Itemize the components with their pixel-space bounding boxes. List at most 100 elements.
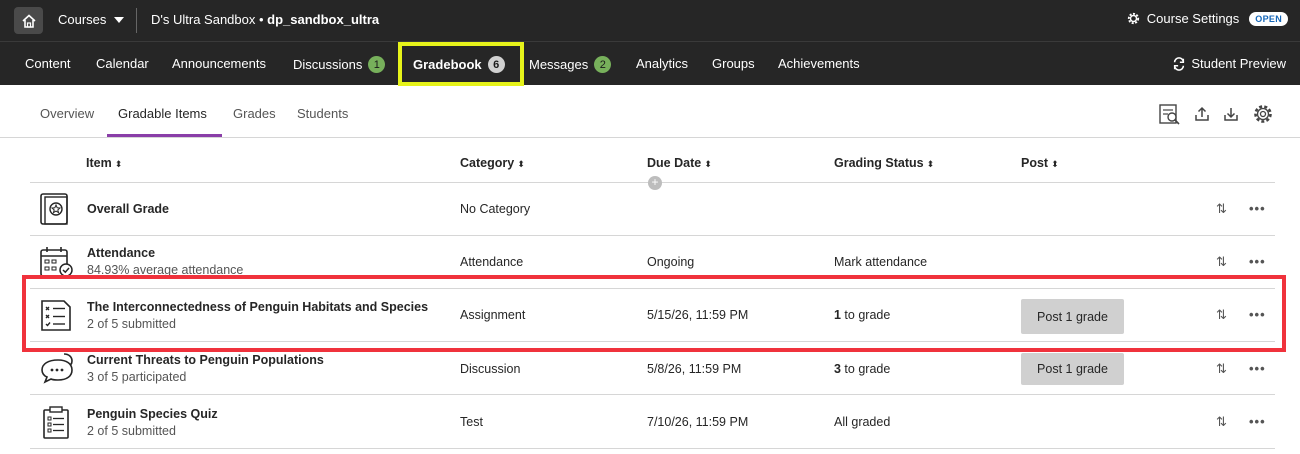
table-row: Current Threats to Penguin Populations 3… <box>30 342 1275 395</box>
column-item[interactable]: Item ⬍ <box>86 156 122 170</box>
item-due-date: 5/8/26, 11:59 PM <box>647 362 742 376</box>
nav-announcements-label: Announcements <box>172 56 266 71</box>
column-due-date[interactable]: Due Date ⬍ <box>647 156 712 170</box>
item-category: Test <box>460 415 483 429</box>
tab-students[interactable]: Students <box>297 106 348 121</box>
sort-icon: ⬍ <box>114 159 123 169</box>
refresh-icon <box>1174 56 1185 71</box>
course-settings-button[interactable]: Course Settings OPEN <box>1126 11 1288 26</box>
messages-count-badge: 2 <box>594 56 612 73</box>
assignment-icon <box>41 300 71 331</box>
more-options-icon[interactable]: ••• <box>1249 201 1266 216</box>
upload-icon[interactable] <box>1190 102 1214 126</box>
table-row: Overall Grade No Category ⇅ ••• <box>30 183 1275 236</box>
item-title[interactable]: Overall Grade <box>87 202 169 216</box>
nav-calendar-label: Calendar <box>96 56 149 71</box>
item-title[interactable]: Attendance <box>87 246 155 260</box>
table-row: The Interconnectedness of Penguin Habita… <box>30 289 1275 342</box>
column-category[interactable]: Category ⬍ <box>460 156 525 170</box>
nav-groups[interactable]: Groups <box>712 56 755 71</box>
sort-icon: ⬍ <box>926 159 935 169</box>
item-grading-status[interactable]: 1 to grade <box>834 308 890 322</box>
reorder-icon[interactable]: ⇅ <box>1216 201 1227 217</box>
nav-gradebook-label: Gradebook <box>413 57 482 72</box>
course-prefix: D's Ultra Sandbox <box>151 12 256 27</box>
top-bar: Courses D's Ultra Sandbox • dp_sandbox_u… <box>0 0 1300 41</box>
tab-overview[interactable]: Overview <box>40 106 94 121</box>
item-grading-status: All graded <box>834 415 891 429</box>
grading-view-icon[interactable] <box>1157 102 1181 126</box>
item-grading-status[interactable]: Mark attendance <box>834 255 927 269</box>
item-category: Attendance <box>460 255 524 269</box>
courses-menu[interactable]: Courses <box>58 12 125 27</box>
to-grade-count: 3 <box>834 362 841 376</box>
attendance-calendar-icon <box>40 247 73 277</box>
to-grade-count: 1 <box>834 308 841 322</box>
more-options-icon[interactable]: ••• <box>1249 361 1266 376</box>
open-status-badge: OPEN <box>1249 11 1288 26</box>
nav-messages[interactable]: Messages 2 <box>529 56 612 73</box>
home-icon <box>21 13 36 28</box>
item-category: Assignment <box>460 308 526 322</box>
nav-content-label: Content <box>25 56 71 71</box>
reorder-icon[interactable]: ⇅ <box>1216 361 1227 377</box>
item-grading-status[interactable]: 3 to grade <box>834 362 890 376</box>
more-options-icon[interactable]: ••• <box>1249 307 1266 322</box>
item-subtitle: 2 of 5 submitted <box>87 424 176 438</box>
gradebook-subtabs: Overview Gradable Items Grades Students <box>0 85 1300 138</box>
post-grades-button[interactable]: Post 1 grade <box>1021 299 1124 334</box>
item-due-date: 7/10/26, 11:59 PM <box>647 415 749 429</box>
reorder-icon[interactable]: ⇅ <box>1216 414 1227 430</box>
nav-achievements-label: Achievements <box>778 56 860 71</box>
table-row: Attendance 84.93% average attendance Att… <box>30 236 1275 289</box>
nav-analytics-label: Analytics <box>636 56 689 71</box>
course-nav: Content Calendar Announcements Discussio… <box>0 41 1300 86</box>
column-item-label: Item <box>86 156 112 170</box>
home-button[interactable] <box>14 7 43 34</box>
student-preview-button[interactable]: Student Preview <box>1172 56 1286 71</box>
nav-discussions[interactable]: Discussions 1 <box>293 56 386 73</box>
item-title[interactable]: Current Threats to Penguin Populations <box>87 353 324 367</box>
active-tab-indicator <box>107 134 222 137</box>
nav-achievements[interactable]: Achievements <box>778 56 860 71</box>
tab-gradable-items[interactable]: Gradable Items <box>118 106 207 121</box>
item-title[interactable]: Penguin Species Quiz <box>87 407 218 421</box>
nav-analytics[interactable]: Analytics <box>636 56 688 71</box>
tab-grades[interactable]: Grades <box>233 106 276 121</box>
download-icon[interactable] <box>1219 102 1243 126</box>
nav-announcements[interactable]: Announcements <box>172 56 266 71</box>
settings-gear-icon[interactable] <box>1251 102 1275 126</box>
item-category: No Category <box>460 202 531 216</box>
column-category-label: Category <box>460 156 515 170</box>
item-category: Discussion <box>460 362 521 376</box>
gradebook-count-badge: 6 <box>487 56 505 73</box>
overall-grade-icon <box>40 193 68 225</box>
divider <box>136 8 137 33</box>
more-options-icon[interactable]: ••• <box>1249 414 1266 429</box>
nav-calendar[interactable]: Calendar <box>96 56 149 71</box>
item-title[interactable]: The Interconnectedness of Penguin Habita… <box>87 300 428 314</box>
column-post[interactable]: Post ⬍ <box>1021 156 1059 170</box>
test-icon <box>43 406 69 439</box>
course-settings-label: Course Settings <box>1146 11 1240 26</box>
nav-groups-label: Groups <box>712 56 755 71</box>
table-header: Item ⬍ Category ⬍ Due Date ⬍ Grading Status… <box>30 145 1275 190</box>
nav-content[interactable]: Content <box>25 56 71 71</box>
nav-gradebook[interactable]: Gradebook 6 <box>398 42 524 86</box>
more-options-icon[interactable]: ••• <box>1249 254 1266 269</box>
discussion-icon <box>41 353 73 384</box>
reorder-icon[interactable]: ⇅ <box>1216 254 1227 270</box>
course-name: D's Ultra Sandbox • dp_sandbox_ultra <box>151 12 379 27</box>
discussions-count-badge: 1 <box>368 56 386 73</box>
student-preview-label: Student Preview <box>1191 56 1286 71</box>
post-grades-button[interactable]: Post 1 grade <box>1021 353 1124 385</box>
to-grade-label: to grade <box>840 308 891 322</box>
item-due-date: Ongoing <box>647 255 695 269</box>
column-post-label: Post <box>1021 156 1049 170</box>
column-due-date-label: Due Date <box>647 156 702 170</box>
reorder-icon[interactable]: ⇅ <box>1216 307 1227 323</box>
course-code: dp_sandbox_ultra <box>267 12 380 27</box>
nav-discussions-label: Discussions <box>293 57 363 72</box>
column-grading-status[interactable]: Grading Status ⬍ <box>834 156 934 170</box>
item-subtitle: 3 of 5 participated <box>87 370 187 384</box>
